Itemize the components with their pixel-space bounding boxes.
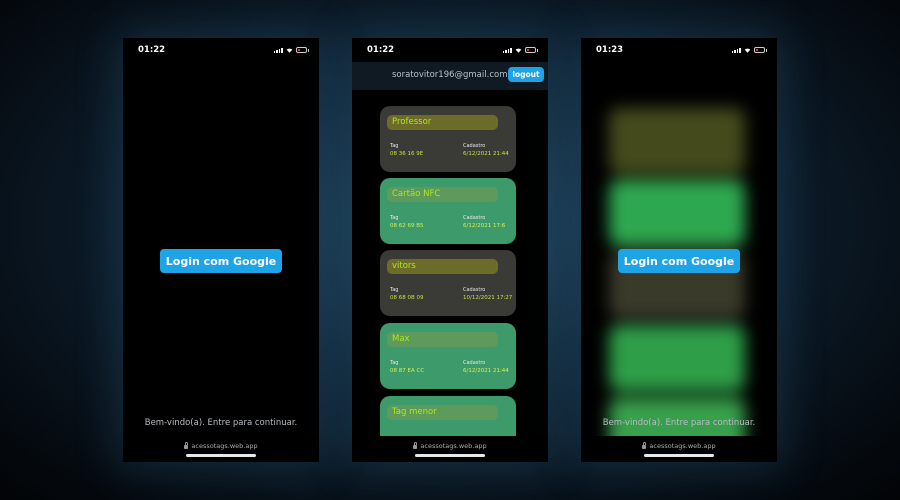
tag-id: 08 62 69 B5 <box>390 223 424 229</box>
wifi-icon <box>744 48 751 53</box>
browser-url-bar[interactable]: acessotags.web.app <box>352 436 548 462</box>
signal-icon <box>731 48 741 53</box>
cadastro-label: Cadastro <box>463 360 486 366</box>
welcome-text: Bem-vindo(a). Entre para continuar. <box>602 418 756 428</box>
signal-icon <box>273 48 283 53</box>
logout-button[interactable]: logout <box>508 67 544 82</box>
user-email: soratovitor196@gmail.com <box>392 70 508 80</box>
home-indicator[interactable] <box>186 454 256 457</box>
cadastro-label: Cadastro <box>463 215 486 221</box>
tag-cadastro-date: 6/12/2021 21:44 <box>463 151 509 157</box>
cadastro-label: Cadastro <box>463 287 486 293</box>
status-time: 01:22 <box>367 45 395 55</box>
tag-id: 08 36 16 9E <box>390 151 424 157</box>
wifi-icon <box>286 48 293 53</box>
url-text: acessotags.web.app <box>191 442 258 450</box>
login-google-button[interactable]: Login com Google <box>160 249 282 273</box>
tag-cadastro-date: 6/12/2021 21:44 <box>463 368 509 374</box>
signal-icon <box>502 48 512 53</box>
tag-id: 08 68 0B 09 <box>390 295 424 301</box>
lock-icon <box>413 442 418 449</box>
tag-name: Tag menor <box>387 405 498 420</box>
welcome-text: Bem-vindo(a). Entre para continuar. <box>144 418 298 428</box>
tag-cadastro-date: 10/12/2021 17:27 <box>463 295 513 301</box>
cadastro-label: Cadastro <box>463 143 486 149</box>
tag-label: Tag <box>390 360 399 366</box>
status-bar: 01:22 <box>123 38 319 62</box>
phone-tag-list-screen: 01:22 soratovitor196@gmail.com logout Pr… <box>352 38 548 462</box>
tag-name: Professor <box>387 115 498 130</box>
status-bar: 01:22 <box>352 38 548 62</box>
browser-url-bar[interactable]: acessotags.web.app <box>123 436 319 462</box>
tag-id: 08 87 EA CC <box>390 368 425 374</box>
url-text: acessotags.web.app <box>649 442 716 450</box>
battery-icon <box>754 47 765 53</box>
home-indicator[interactable] <box>415 454 485 457</box>
status-time: 01:22 <box>138 45 166 55</box>
battery-icon <box>296 47 307 53</box>
battery-icon <box>525 47 536 53</box>
app-header: soratovitor196@gmail.com logout <box>352 62 548 90</box>
tag-card[interactable]: Max Tag Cadastro 08 87 EA CC 6/12/2021 2… <box>380 323 516 389</box>
tag-label: Tag <box>390 143 399 149</box>
home-indicator[interactable] <box>644 454 714 457</box>
tag-label: Tag <box>390 215 399 221</box>
tag-card[interactable]: Cartão NFC Tag Cadastro 08 62 69 B5 6/12… <box>380 178 516 244</box>
tag-card[interactable]: vitors Tag Cadastro 08 68 0B 09 10/12/20… <box>380 250 516 316</box>
tag-card[interactable]: Professor Tag Cadastro 08 36 16 9E 6/12/… <box>380 106 516 172</box>
status-bar: 01:23 <box>581 38 777 62</box>
phone-login-screen: 01:22 Login com Google Bem-vindo(a). Ent… <box>123 38 319 462</box>
url-text: acessotags.web.app <box>420 442 487 450</box>
lock-icon <box>184 442 189 449</box>
tag-name: Cartão NFC <box>387 187 498 202</box>
wifi-icon <box>515 48 522 53</box>
status-time: 01:23 <box>596 45 624 55</box>
phone-blurred-login-screen: 01:23 Login com Google Bem-vindo(a). Ent… <box>581 38 777 462</box>
tag-name: vitors <box>387 259 498 274</box>
tag-name: Max <box>387 332 498 347</box>
lock-icon <box>642 442 647 449</box>
tag-cadastro-date: 6/12/2021 17:6 <box>463 223 506 229</box>
tag-label: Tag <box>390 287 399 293</box>
browser-url-bar[interactable]: acessotags.web.app <box>581 436 777 462</box>
login-google-button[interactable]: Login com Google <box>618 249 740 273</box>
